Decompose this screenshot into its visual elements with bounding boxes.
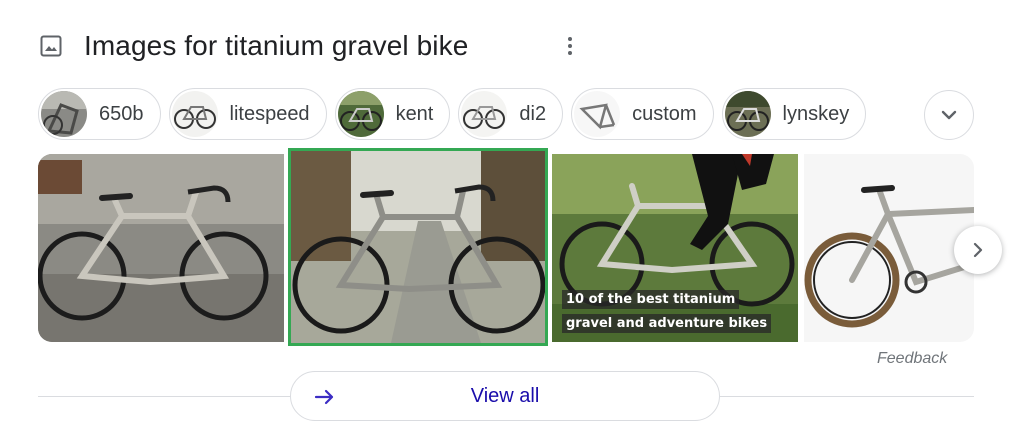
view-all-button[interactable]: View all xyxy=(290,371,720,421)
image-result[interactable]: 10 of the best titanium gravel and adven… xyxy=(552,154,798,342)
divider xyxy=(720,396,974,397)
more-vert-icon[interactable] xyxy=(560,34,580,58)
chip-thumbnail xyxy=(41,91,87,137)
chip-thumbnail xyxy=(171,91,218,137)
image-result[interactable] xyxy=(804,154,974,342)
chip-thumbnail xyxy=(574,91,621,137)
image-result-selected[interactable] xyxy=(288,148,548,346)
chip-thumbnail xyxy=(337,91,384,137)
section-header: Images for titanium gravel bike xyxy=(38,26,468,66)
chip-di2[interactable]: di2 xyxy=(458,88,564,140)
chip-label: di2 xyxy=(519,102,547,125)
chevron-down-icon[interactable] xyxy=(924,90,974,140)
section-title: Images for titanium gravel bike xyxy=(84,30,469,61)
image-caption-line: gravel and adventure bikes xyxy=(562,314,772,333)
chip-lynskey[interactable]: lynskey xyxy=(721,88,867,140)
chip-label: 650b xyxy=(99,102,144,125)
chip-litespeed[interactable]: litespeed xyxy=(168,88,327,140)
image-caption-line: 10 of the best titanium xyxy=(562,290,740,309)
refinement-chips: 650b litespeed kent di2 custom lynskey xyxy=(38,88,867,140)
image-result[interactable] xyxy=(38,154,284,342)
chip-kent[interactable]: kent xyxy=(334,88,451,140)
chip-thumbnail xyxy=(724,91,771,137)
arrow-right-icon xyxy=(313,385,337,409)
feedback-link[interactable]: Feedback xyxy=(877,350,947,368)
chip-650b[interactable]: 650b xyxy=(38,88,161,140)
image-carousel: 10 of the best titanium gravel and adven… xyxy=(38,148,974,346)
divider xyxy=(38,396,290,397)
image-icon xyxy=(38,33,64,59)
view-all-label: View all xyxy=(470,384,540,407)
chip-custom[interactable]: custom xyxy=(571,88,714,140)
chevron-right-icon[interactable] xyxy=(954,226,1002,274)
chip-label: kent xyxy=(395,102,434,125)
chip-thumbnail xyxy=(461,91,508,137)
chip-label: custom xyxy=(632,102,697,125)
chip-label: litespeed xyxy=(229,102,310,125)
chip-label: lynskey xyxy=(782,102,850,125)
